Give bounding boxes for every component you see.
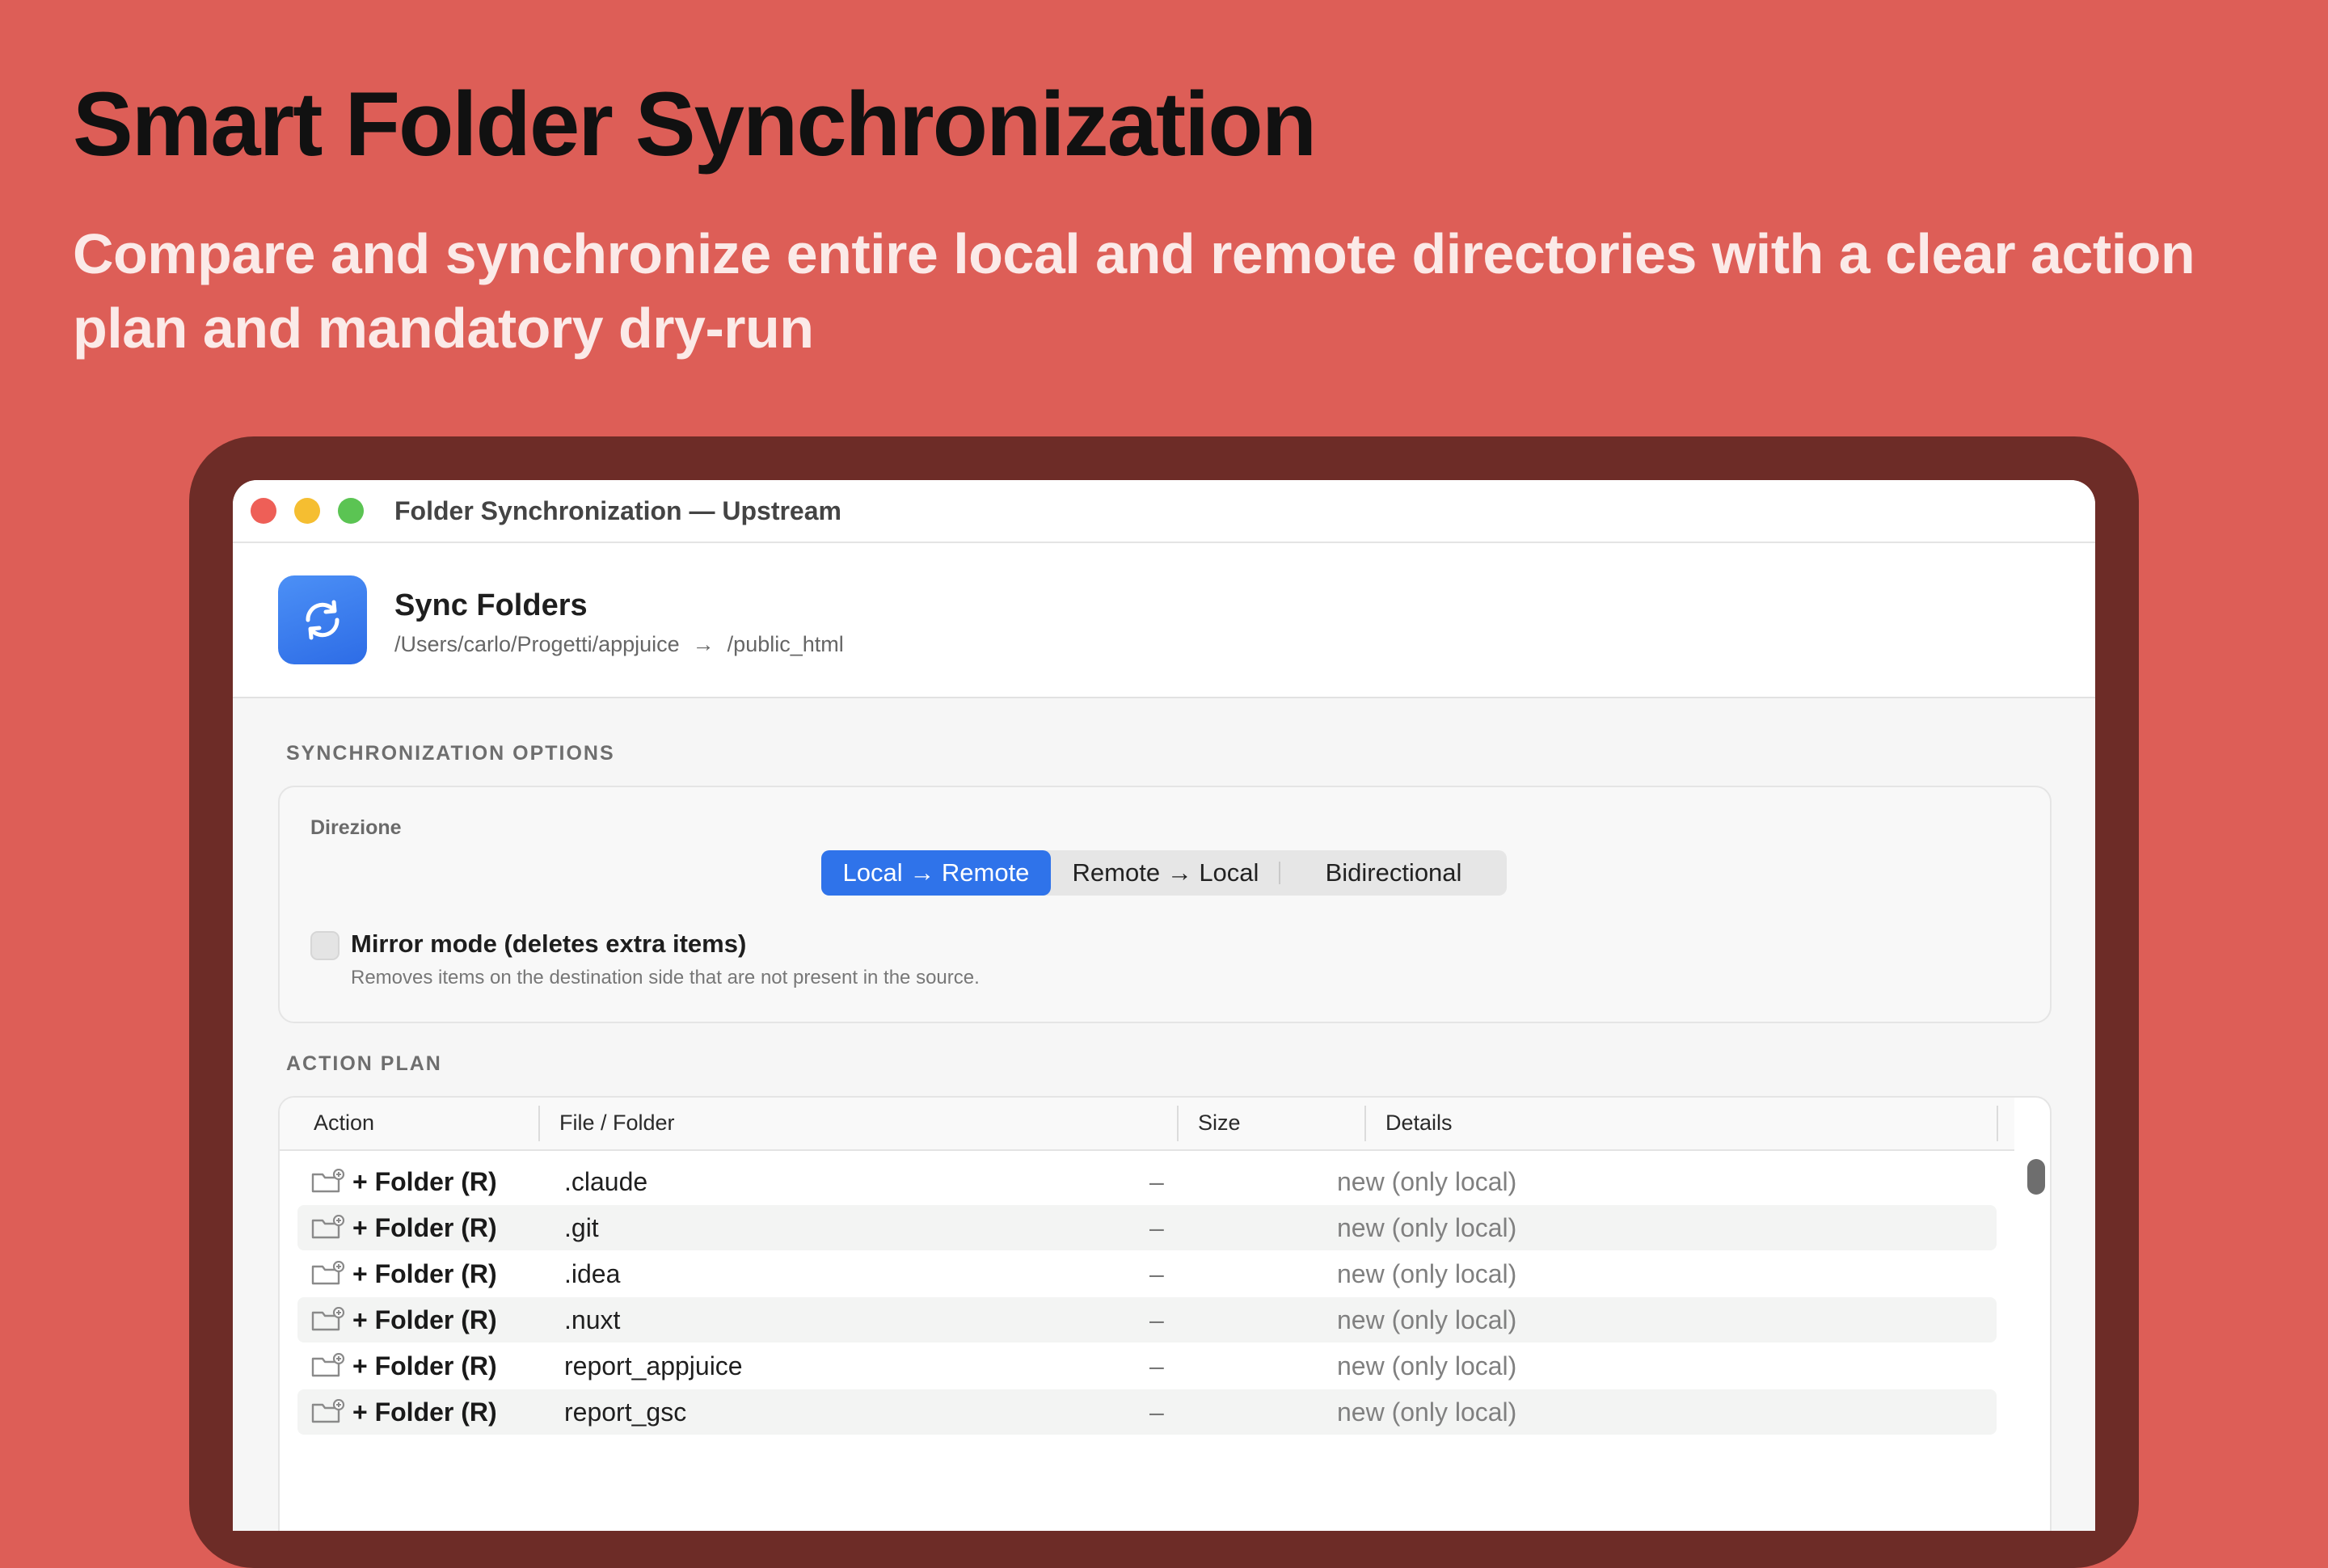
row-file: report_appjuice — [564, 1351, 743, 1380]
page-subheadline: Compare and synchronize entire local and… — [73, 222, 2195, 360]
column-divider[interactable] — [1364, 1106, 1366, 1141]
row-action: + Folder (R) — [352, 1259, 497, 1288]
column-header-action[interactable]: Action — [314, 1111, 374, 1136]
sync-path: /Users/carlo/Progetti/appjuice → /public_h… — [394, 632, 844, 657]
sync-title: Sync Folders — [394, 588, 588, 622]
close-window-button[interactable] — [251, 498, 276, 524]
row-file: .claude — [564, 1167, 648, 1196]
window-title: Folder Synchronization — Upstream — [394, 496, 841, 525]
row-action: + Folder (R) — [352, 1167, 497, 1196]
column-header-size[interactable]: Size — [1198, 1111, 1241, 1136]
column-header-details[interactable]: Details — [1385, 1111, 1453, 1136]
action-plan-label: ACTION PLAN — [286, 1052, 442, 1075]
folder-add-icon — [310, 1214, 346, 1245]
minimize-window-button[interactable] — [294, 498, 320, 524]
row-size: – — [1149, 1397, 1164, 1427]
mirror-mode-label[interactable]: Mirror mode (deletes extra items) — [351, 929, 746, 959]
row-file: .nuxt — [564, 1305, 621, 1334]
table-scrollbar[interactable] — [2024, 1149, 2048, 1531]
folder-add-icon — [310, 1260, 346, 1291]
row-action: + Folder (R) — [352, 1397, 497, 1427]
table-row[interactable]: + Folder (R) .git – new (only local) — [297, 1205, 1997, 1250]
row-size: – — [1149, 1259, 1164, 1288]
row-size: – — [1149, 1305, 1164, 1334]
arrow-right-icon: → — [692, 632, 715, 656]
direction-remote-to-local[interactable]: Remote → Local — [1051, 850, 1280, 896]
sync-arrows-icon — [278, 575, 367, 664]
row-file: report_gsc — [564, 1397, 687, 1427]
folder-add-icon — [310, 1398, 346, 1429]
table-row[interactable]: + Folder (R) .idea – new (only local) — [297, 1251, 1997, 1296]
row-details: new (only local) — [1337, 1351, 1517, 1380]
column-divider[interactable] — [538, 1106, 540, 1141]
page-headline: Smart Folder Synchronization — [73, 74, 1317, 175]
table-row[interactable]: + Folder (R) report_gsc – new (only loca… — [297, 1389, 1997, 1435]
direction-bidirectional[interactable]: Bidirectional — [1280, 850, 1507, 896]
folder-add-icon — [310, 1168, 346, 1199]
row-details: new (only local) — [1337, 1213, 1517, 1242]
row-file: .idea — [564, 1259, 621, 1288]
table-header: Action File / Folder Size Details — [280, 1098, 2014, 1151]
row-details: new (only local) — [1337, 1259, 1517, 1288]
column-divider[interactable] — [1997, 1106, 1998, 1141]
remote-path: /public_html — [727, 632, 844, 656]
row-action: + Folder (R) — [352, 1351, 497, 1380]
folder-add-icon — [310, 1306, 346, 1337]
table-row[interactable]: + Folder (R) .nuxt – new (only local) — [297, 1297, 1997, 1342]
direction-local-to-remote[interactable]: Local → Remote — [821, 850, 1051, 896]
zoom-window-button[interactable] — [338, 498, 364, 524]
title-bar: Folder Synchronization — Upstream — [233, 480, 2095, 543]
row-file: .git — [564, 1213, 599, 1242]
table-row[interactable]: + Folder (R) .claude – new (only local) — [297, 1159, 1997, 1204]
column-header-file[interactable]: File / Folder — [559, 1111, 675, 1136]
row-details: new (only local) — [1337, 1305, 1517, 1334]
row-size: – — [1149, 1167, 1164, 1196]
table-row[interactable]: + Folder (R) report_appjuice – new (only… — [297, 1343, 1997, 1389]
direction-segmented-control: Local → Remote Remote → Local Bidirectio… — [821, 850, 1507, 896]
sync-options-label: SYNCHRONIZATION OPTIONS — [286, 742, 615, 765]
sync-options-panel: Direzione Local → Remote Remote → Local … — [278, 786, 2052, 1023]
mirror-mode-help: Removes items on the destination side th… — [351, 967, 980, 988]
mirror-mode-checkbox[interactable] — [310, 931, 340, 960]
local-path: /Users/carlo/Progetti/appjuice — [394, 632, 680, 656]
row-action: + Folder (R) — [352, 1213, 497, 1242]
app-window: Folder Synchronization — Upstream Sync F… — [233, 480, 2095, 1531]
row-size: – — [1149, 1213, 1164, 1242]
row-details: new (only local) — [1337, 1397, 1517, 1427]
folder-add-icon — [310, 1352, 346, 1383]
direction-label: Direzione — [310, 816, 402, 839]
action-plan-table: Action File / Folder Size Details + Fold… — [278, 1096, 2052, 1531]
scrollbar-thumb[interactable] — [2027, 1159, 2045, 1195]
sync-header: Sync Folders /Users/carlo/Progetti/appju… — [233, 543, 2095, 698]
row-size: – — [1149, 1351, 1164, 1380]
column-divider[interactable] — [1177, 1106, 1179, 1141]
row-action: + Folder (R) — [352, 1305, 497, 1334]
row-details: new (only local) — [1337, 1167, 1517, 1196]
